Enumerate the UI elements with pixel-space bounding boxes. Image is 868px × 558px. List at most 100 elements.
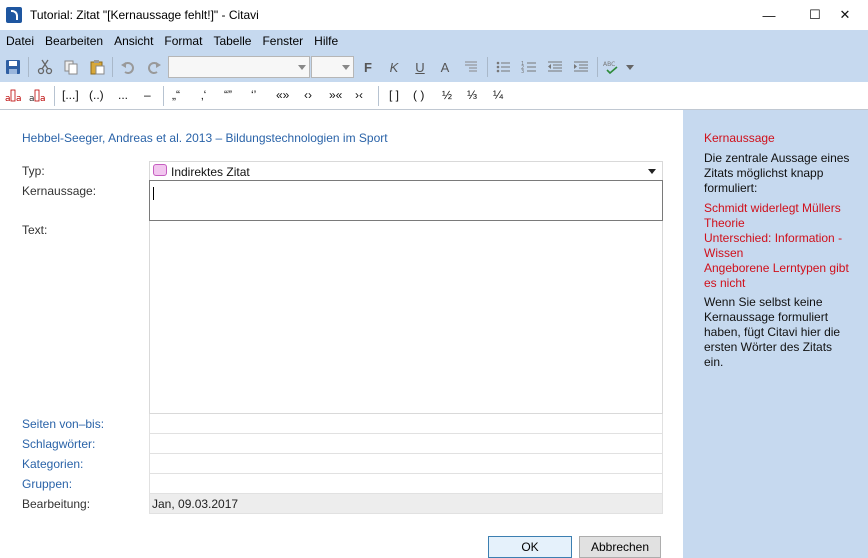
help-example: Angeborene Lerntypen gibt es nicht bbox=[704, 261, 849, 290]
close-button[interactable]: ✕ bbox=[822, 0, 868, 30]
menu-tabelle[interactable]: Tabelle bbox=[213, 34, 251, 48]
chevron-down-icon bbox=[298, 65, 306, 70]
schlagwoerter-input[interactable] bbox=[149, 434, 663, 454]
kernaussage-input[interactable] bbox=[149, 180, 663, 221]
cut-icon[interactable] bbox=[35, 58, 55, 76]
menu-datei[interactable]: Datei bbox=[6, 34, 34, 48]
help-heading: Kernaussage bbox=[704, 131, 775, 145]
text-label: Text: bbox=[22, 223, 48, 237]
ellipsis-parens-button[interactable]: (..) bbox=[89, 88, 104, 102]
bearbeitung-field: Jan, 09.03.2017 bbox=[149, 493, 663, 514]
toolbar-separator bbox=[112, 57, 113, 77]
kategorien-label[interactable]: Kategorien: bbox=[22, 457, 83, 471]
gruppen-label[interactable]: Gruppen: bbox=[22, 477, 72, 491]
help-example: Schmidt widerlegt Müllers Theorie bbox=[704, 201, 841, 230]
help-note: Wenn Sie selbst keine Kernaussage formul… bbox=[704, 295, 841, 369]
help-intro: Die zentrale Aussage eines Zitats möglic… bbox=[704, 151, 850, 195]
svg-text:a: a bbox=[40, 94, 46, 103]
seiten-label[interactable]: Seiten von–bis: bbox=[22, 417, 104, 431]
menu-ansicht[interactable]: Ansicht bbox=[114, 34, 153, 48]
svg-text:a: a bbox=[16, 94, 22, 103]
numbered-list-icon[interactable]: 123 bbox=[520, 58, 538, 76]
main-toolbar: F K U A 123 ABC bbox=[0, 52, 868, 82]
german-double-quotes-button[interactable]: „“ bbox=[172, 88, 180, 102]
decrease-indent-icon[interactable] bbox=[546, 58, 564, 76]
german-single-quotes-button[interactable]: ‚‘ bbox=[201, 88, 206, 102]
dash-button[interactable]: – bbox=[144, 88, 151, 102]
schlagwoerter-label[interactable]: Schlagwörter: bbox=[22, 437, 95, 451]
seiten-input[interactable] bbox=[149, 414, 663, 434]
minimize-button[interactable]: — bbox=[746, 0, 792, 30]
superscript-icon[interactable]: aa bbox=[4, 87, 24, 105]
parentheses-button[interactable]: ( ) bbox=[413, 88, 424, 102]
reverse-single-guillemets-button[interactable]: ›‹ bbox=[355, 88, 363, 102]
underline-button[interactable]: U bbox=[412, 58, 428, 76]
format-toolbar: aa aa [...] (..) ... – „“ ‚‘ “” ‘’ «» ‹›… bbox=[0, 82, 868, 110]
title-bar: Tutorial: Zitat "[Kernaussage fehlt!]" -… bbox=[0, 0, 868, 30]
indirect-quote-icon bbox=[153, 164, 167, 176]
font-size-dropdown[interactable] bbox=[311, 56, 354, 78]
one-quarter-button[interactable]: ¼ bbox=[493, 88, 503, 102]
reference-link[interactable]: Hebbel-Seeger, Andreas et al. 2013 – Bil… bbox=[22, 131, 388, 145]
menu-bearbeiten[interactable]: Bearbeiten bbox=[45, 34, 103, 48]
toolbar-separator bbox=[487, 57, 488, 77]
english-single-quotes-button[interactable]: ‘’ bbox=[251, 88, 256, 102]
spellcheck-icon[interactable]: ABC bbox=[602, 58, 624, 76]
svg-text:a: a bbox=[5, 94, 11, 103]
menu-format[interactable]: Format bbox=[164, 34, 202, 48]
menu-hilfe[interactable]: Hilfe bbox=[314, 34, 338, 48]
english-double-quotes-button[interactable]: “” bbox=[224, 88, 232, 102]
redo-icon[interactable] bbox=[144, 58, 164, 76]
quotation-form: Hebbel-Seeger, Andreas et al. 2013 – Bil… bbox=[0, 110, 683, 558]
toolbar-separator bbox=[54, 86, 55, 106]
increase-indent-icon[interactable] bbox=[572, 58, 590, 76]
typ-dropdown[interactable]: Indirektes Zitat bbox=[149, 161, 663, 181]
svg-text:a: a bbox=[29, 94, 35, 103]
bearbeitung-value: Jan, 09.03.2017 bbox=[152, 497, 239, 511]
paragraph-format-icon[interactable] bbox=[462, 58, 480, 76]
toolbar-separator bbox=[378, 86, 379, 106]
cancel-button[interactable]: Abbrechen bbox=[579, 536, 661, 558]
bearbeitung-label: Bearbeitung: bbox=[22, 497, 91, 511]
bullet-list-icon[interactable] bbox=[494, 58, 512, 76]
help-example: Unterschied: Information - Wissen bbox=[704, 231, 843, 260]
svg-text:3: 3 bbox=[521, 69, 524, 75]
text-caret bbox=[153, 187, 154, 200]
chevron-down-icon bbox=[648, 169, 656, 174]
reverse-guillemets-button[interactable]: »« bbox=[329, 88, 342, 102]
single-guillemets-button[interactable]: ‹› bbox=[304, 88, 312, 102]
bold-button[interactable]: F bbox=[360, 58, 376, 76]
kategorien-input[interactable] bbox=[149, 454, 663, 474]
typ-label: Typ: bbox=[22, 164, 45, 178]
svg-text:ABC: ABC bbox=[603, 61, 615, 68]
copy-icon[interactable] bbox=[61, 58, 81, 76]
font-color-button[interactable]: A bbox=[437, 58, 453, 76]
toolbar-separator bbox=[163, 86, 164, 106]
ellipsis-button[interactable]: ... bbox=[118, 88, 128, 102]
ellipsis-brackets-button[interactable]: [...] bbox=[62, 88, 79, 102]
italic-button[interactable]: K bbox=[386, 58, 402, 76]
citavi-app-icon bbox=[6, 7, 22, 23]
subscript-icon[interactable]: aa bbox=[28, 87, 48, 105]
save-icon[interactable] bbox=[4, 58, 22, 76]
ok-button[interactable]: OK bbox=[488, 536, 572, 558]
toolbar-separator bbox=[28, 57, 29, 77]
square-brackets-button[interactable]: [ ] bbox=[389, 88, 399, 102]
one-half-button[interactable]: ½ bbox=[442, 88, 452, 102]
toolbar-separator bbox=[597, 57, 598, 77]
undo-icon[interactable] bbox=[118, 58, 138, 76]
guillemets-button[interactable]: «» bbox=[276, 88, 289, 102]
menu-fenster[interactable]: Fenster bbox=[262, 34, 303, 48]
one-third-button[interactable]: ⅓ bbox=[467, 88, 477, 102]
help-panel: Kernaussage Die zentrale Aussage eines Z… bbox=[683, 110, 868, 558]
text-input[interactable] bbox=[149, 221, 663, 414]
menu-bar: Datei Bearbeiten Ansicht Format Tabelle … bbox=[0, 30, 868, 52]
chevron-down-icon[interactable] bbox=[625, 58, 635, 76]
typ-value: Indirektes Zitat bbox=[171, 165, 250, 179]
gruppen-input[interactable] bbox=[149, 474, 663, 494]
chevron-down-icon bbox=[342, 65, 350, 70]
window-title: Tutorial: Zitat "[Kernaussage fehlt!]" -… bbox=[30, 8, 259, 22]
paste-icon[interactable] bbox=[87, 58, 107, 76]
font-family-dropdown[interactable] bbox=[168, 56, 310, 78]
kernaussage-label: Kernaussage: bbox=[22, 184, 97, 198]
